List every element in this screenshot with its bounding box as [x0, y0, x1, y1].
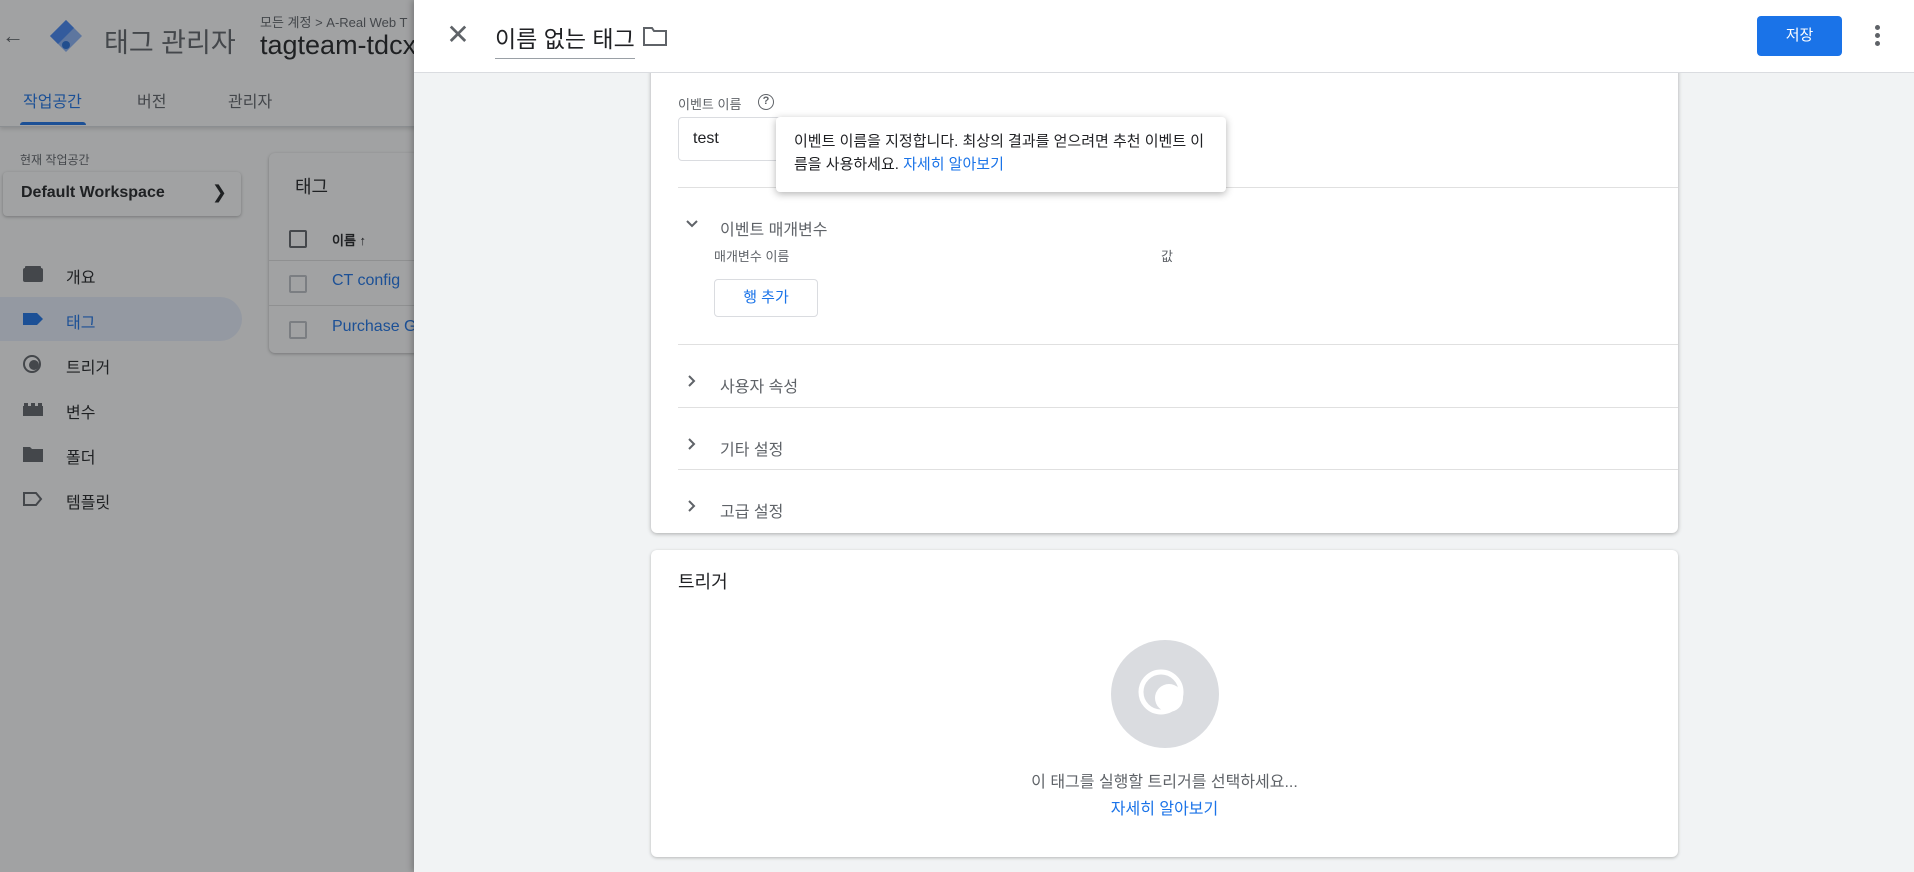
modal-scrim[interactable]: [0, 0, 414, 872]
section-label: 사용자 속성: [720, 379, 799, 396]
other-settings-section[interactable]: 기타 설정: [678, 422, 1678, 472]
triggering-card[interactable]: 트리거 이 태그를 실행할 트리거를 선택하세요... 자세히 알아보기: [651, 550, 1678, 857]
sheet-header: ✕ 이름 없는 태그 저장: [414, 0, 1914, 73]
tag-name-field[interactable]: 이름 없는 태그: [495, 20, 635, 59]
folder-icon[interactable]: [642, 24, 668, 48]
param-name-header: 매개변수 이름: [714, 249, 790, 264]
chevron-right-icon: [688, 438, 696, 450]
add-row-button[interactable]: 행 추가: [714, 279, 818, 317]
trigger-placeholder[interactable]: [1111, 640, 1219, 748]
trigger-icon: [1138, 669, 1184, 715]
section-label: 이벤트 매개변수: [720, 222, 828, 239]
user-properties-section[interactable]: 사용자 속성: [678, 359, 1678, 409]
section-label: 고급 설정: [720, 504, 784, 521]
save-button[interactable]: 저장: [1757, 16, 1842, 56]
close-icon[interactable]: ✕: [444, 21, 472, 50]
divider: [678, 344, 1678, 345]
event-name-tooltip: 이벤트 이름을 지정합니다. 최상의 결과를 얻으려면 추천 이벤트 이름을 사…: [776, 117, 1226, 192]
tooltip-learn-more-link[interactable]: 자세히 알아보기: [903, 156, 1004, 173]
more-vert-icon[interactable]: [1868, 22, 1888, 50]
trigger-learn-more-link[interactable]: 자세히 알아보기: [651, 795, 1678, 819]
value-header: 값: [1161, 249, 1173, 264]
section-label: 기타 설정: [720, 442, 784, 459]
chevron-right-icon: [688, 500, 696, 512]
event-name-label: 이벤트 이름: [678, 97, 742, 112]
advanced-settings-section[interactable]: 고급 설정: [678, 484, 1678, 534]
trigger-section-title: 트리거: [678, 572, 728, 592]
divider: [678, 407, 1678, 408]
tag-editor-sheet: 이벤트 이름 ? 이벤트 매개변수 매개변수 이름 값 행 추가 사용자 속성 …: [414, 0, 1914, 872]
divider: [678, 469, 1678, 470]
event-parameters-section[interactable]: 이벤트 매개변수: [678, 202, 1678, 252]
chevron-right-icon: [688, 375, 696, 387]
chevron-down-icon: [686, 220, 698, 228]
help-icon[interactable]: ?: [758, 94, 774, 110]
trigger-hint: 이 태그를 실행할 트리거를 선택하세요...: [1031, 774, 1298, 791]
